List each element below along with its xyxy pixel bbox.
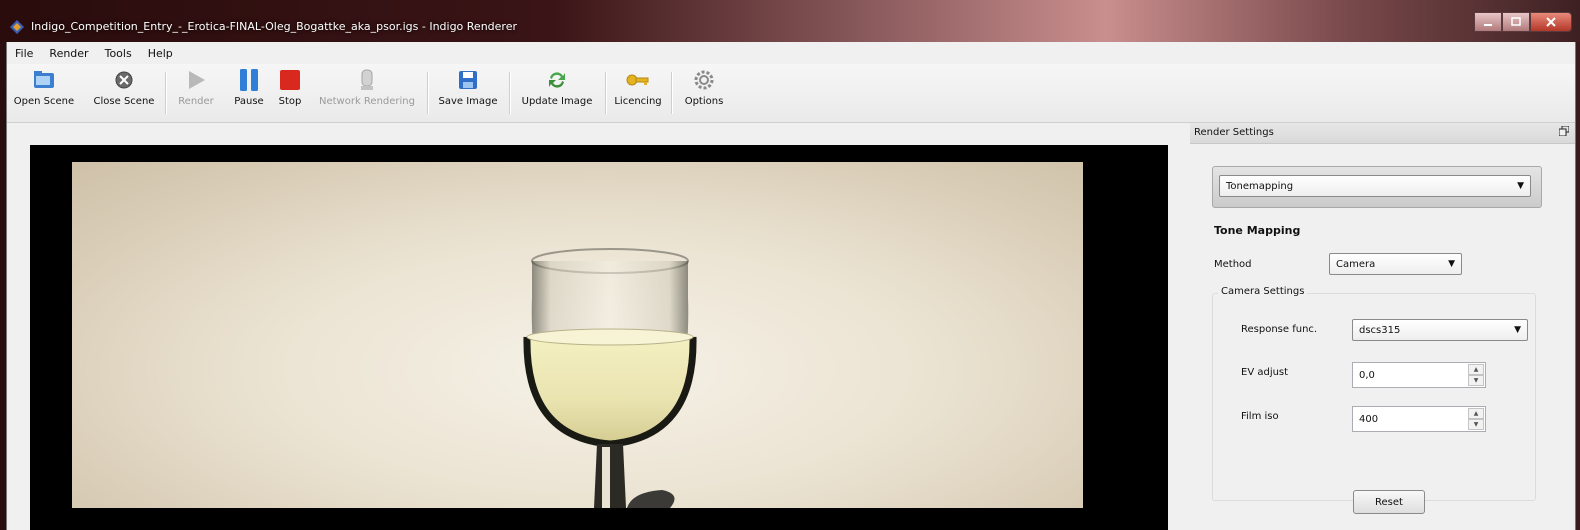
menu-tools[interactable]: Tools [97, 47, 140, 60]
update-image-button[interactable]: Update Image [515, 68, 599, 118]
ev-adjust-spinbox[interactable]: 0,0 ▲ ▼ [1352, 362, 1486, 388]
section-selector-value: Tonemapping [1226, 180, 1294, 192]
toolbar-separator [427, 72, 429, 114]
menu-file[interactable]: File [7, 47, 41, 60]
stop-button[interactable]: Stop [273, 68, 307, 118]
spin-down-icon[interactable]: ▼ [1468, 419, 1484, 430]
close-circle-icon [112, 68, 136, 92]
spin-up-icon[interactable]: ▲ [1468, 408, 1484, 419]
minimize-button[interactable] [1474, 12, 1502, 32]
open-scene-button[interactable]: Open Scene [13, 68, 75, 118]
render-button[interactable]: Render [173, 68, 219, 118]
options-button[interactable]: Options [679, 68, 729, 118]
ev-adjust-stepper: ▲ ▼ [1468, 364, 1484, 386]
close-button[interactable] [1530, 12, 1572, 32]
open-folder-icon [32, 68, 56, 92]
section-heading: Tone Mapping [1214, 224, 1301, 237]
maximize-icon [1511, 17, 1521, 26]
section-selector[interactable]: Tonemapping ▼ [1219, 175, 1531, 197]
stop-icon [278, 68, 302, 92]
film-iso-stepper: ▲ ▼ [1468, 408, 1484, 430]
film-iso-value: 400 [1359, 414, 1379, 425]
response-func-label: Response func. [1241, 324, 1318, 335]
panel-title: Render Settings [1194, 127, 1274, 138]
toolbar: Open Scene Close Scene Render Pause Stop… [7, 64, 1575, 123]
key-icon [626, 68, 650, 92]
rendered-image[interactable] [72, 162, 1083, 508]
minimize-icon [1484, 24, 1492, 26]
menu-help[interactable]: Help [140, 47, 181, 60]
pause-icon [237, 68, 261, 92]
indigo-app-icon [10, 20, 24, 34]
response-func-select[interactable]: dscs315 ▼ [1352, 319, 1528, 341]
toolbar-separator [165, 72, 167, 114]
chevron-down-icon: ▼ [1514, 325, 1521, 335]
menu-render[interactable]: Render [41, 47, 96, 60]
maximize-button[interactable] [1502, 12, 1530, 32]
render-viewport[interactable] [7, 123, 1187, 530]
chevron-down-icon: ▼ [1448, 259, 1455, 269]
open-scene-label: Open Scene [13, 96, 75, 107]
licencing-label: Licencing [614, 96, 662, 107]
save-image-button[interactable]: Save Image [433, 68, 503, 118]
window-title: Indigo_Competition_Entry_-_Erotica-FINAL… [31, 20, 517, 33]
toolbar-separator [509, 72, 511, 114]
film-iso-label: Film iso [1241, 411, 1279, 422]
method-select-value: Camera [1336, 258, 1376, 270]
toolbar-separator [671, 72, 673, 114]
close-icon [1546, 17, 1556, 27]
ev-adjust-label: EV adjust [1241, 367, 1289, 378]
save-icon [456, 68, 480, 92]
render-label: Render [178, 96, 214, 107]
reset-button[interactable]: Reset [1353, 490, 1425, 514]
pause-label: Pause [234, 96, 264, 107]
save-image-label: Save Image [438, 96, 498, 107]
method-label: Method [1214, 259, 1252, 270]
close-scene-label: Close Scene [93, 96, 155, 107]
render-settings-panel: Render Settings Tonemapping ▼ Tone Mappi… [1190, 123, 1575, 530]
options-label: Options [684, 96, 724, 107]
menu-bar: File Render Tools Help [7, 42, 1575, 64]
wine-glass-render [523, 248, 697, 508]
response-func-value: dscs315 [1359, 324, 1401, 336]
section-selector-frame: Tonemapping ▼ [1212, 166, 1542, 208]
main-frame: File Render Tools Help Open Scene Close … [6, 42, 1576, 530]
panel-title-bar: Render Settings [1190, 123, 1575, 144]
float-panel-icon[interactable] [1558, 125, 1570, 139]
licencing-button[interactable]: Licencing [611, 68, 665, 118]
network-rendering-button[interactable]: Network Rendering [313, 68, 421, 118]
ev-adjust-value: 0,0 [1359, 370, 1375, 381]
toolbar-separator [605, 72, 607, 114]
refresh-icon [545, 68, 569, 92]
film-iso-spinbox[interactable]: 400 ▲ ▼ [1352, 406, 1486, 432]
update-image-label: Update Image [521, 96, 593, 107]
camera-settings-title: Camera Settings [1218, 286, 1308, 297]
network-icon [355, 68, 379, 92]
stop-label: Stop [278, 96, 302, 107]
app-window: Indigo_Competition_Entry_-_Erotica-FINAL… [0, 0, 1580, 530]
chevron-down-icon: ▼ [1517, 181, 1524, 191]
method-select[interactable]: Camera ▼ [1329, 253, 1462, 275]
window-controls [1474, 12, 1572, 32]
play-icon [184, 68, 208, 92]
gear-icon [692, 68, 716, 92]
close-scene-button[interactable]: Close Scene [91, 68, 157, 118]
spin-down-icon[interactable]: ▼ [1468, 375, 1484, 386]
spin-up-icon[interactable]: ▲ [1468, 364, 1484, 375]
pause-button[interactable]: Pause [229, 68, 269, 118]
title-bar[interactable]: Indigo_Competition_Entry_-_Erotica-FINAL… [0, 0, 1580, 42]
network-rendering-label: Network Rendering [319, 96, 415, 107]
